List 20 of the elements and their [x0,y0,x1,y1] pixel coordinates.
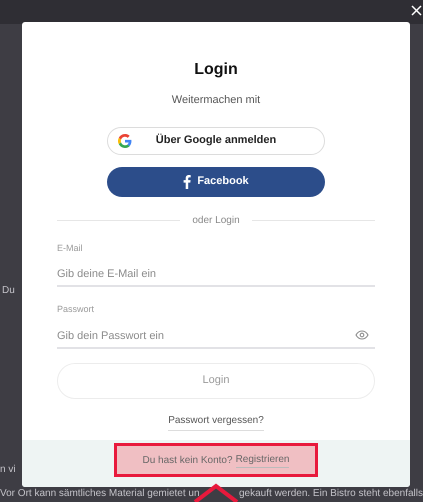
eye-icon[interactable] [355,330,369,340]
password-field[interactable]: Gib dein Passwort ein [57,324,375,348]
background-text: Vor Ort kann sämtliches Material gemietet un [0,488,200,500]
facebook-signin-button[interactable]: Facebook [107,166,325,196]
forgot-password-link[interactable]: Passwort vergessen? [168,412,264,430]
dialog-title: Login [194,60,238,80]
register-link[interactable]: Registrieren [236,452,290,468]
divider-label: oder Login [192,214,240,228]
dialog-subtitle: Weitermachen mit [172,93,260,108]
facebook-f-icon [183,174,192,188]
close-icon[interactable] [411,5,422,16]
register-prompt: Du hast kein Konto? [142,454,233,468]
google-logo-icon [118,134,132,148]
field-label: Passwort [57,303,96,316]
email-field[interactable]: Gib deine E-Mail ein [57,263,375,287]
background-text: Du [2,285,15,297]
field-label: E-Mail [57,242,84,254]
background-text: gekauft werden. Ein Bistro steht ebenfalls [239,488,423,500]
google-signin-button[interactable]: Über Google anmelden [107,126,325,154]
background-text: n vi [0,464,16,476]
